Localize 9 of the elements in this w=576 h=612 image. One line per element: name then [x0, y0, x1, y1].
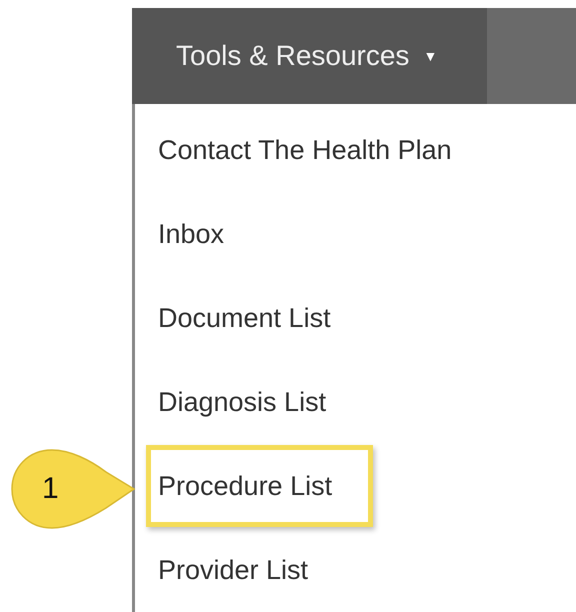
menu-item[interactable]: Document List: [146, 277, 372, 359]
menu-button[interactable]: Tools & Resources ▼: [132, 8, 487, 104]
menu-item[interactable]: Procedure List: [146, 445, 374, 527]
menu-item[interactable]: Inbox: [146, 193, 266, 275]
menu-item[interactable]: Diagnosis List: [146, 361, 368, 443]
menu-item[interactable]: Provider List: [146, 529, 350, 611]
menu-item[interactable]: Contact The Health Plan: [146, 109, 493, 191]
caret-icon: ▼: [423, 48, 438, 64]
callout-badge: 1: [10, 448, 136, 530]
